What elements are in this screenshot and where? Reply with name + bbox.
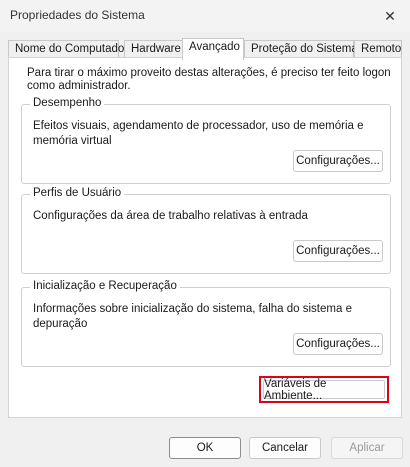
- ok-button[interactable]: OK: [169, 437, 241, 459]
- advanced-panel: Para tirar o máximo proveito destas alte…: [8, 57, 402, 418]
- startup-recovery-title: Inicialização e Recuperação: [30, 280, 180, 292]
- startup-recovery-description: Informações sobre inicialização do siste…: [33, 303, 352, 330]
- admin-note: Para tirar o máximo proveito destas alte…: [27, 67, 391, 92]
- close-button[interactable]: ✕: [370, 0, 410, 32]
- user-profiles-description: Configurações da área de trabalho relati…: [33, 210, 308, 222]
- tab-strip: Nome do Computador Hardware Avançado Pro…: [8, 38, 402, 60]
- cancel-button[interactable]: Cancelar: [249, 437, 321, 459]
- performance-title: Desempenho: [30, 97, 105, 109]
- window-title: Propriedades do Sistema: [10, 8, 145, 22]
- environment-variables-highlight: Variáveis de Ambiente...: [259, 376, 389, 403]
- startup-recovery-settings-button[interactable]: Configurações...: [293, 333, 383, 355]
- user-profiles-title: Perfis de Usuário: [30, 187, 125, 199]
- performance-settings-button[interactable]: Configurações...: [293, 150, 383, 172]
- title-bar: Propriedades do Sistema ✕: [0, 0, 410, 32]
- apply-button[interactable]: Aplicar: [331, 437, 403, 459]
- startup-recovery-group: Inicialização e Recuperação Informações …: [21, 280, 391, 367]
- performance-description: Efeitos visuais, agendamento de processa…: [33, 120, 364, 147]
- tab-advanced[interactable]: Avançado: [182, 38, 244, 60]
- performance-group: Desempenho Efeitos visuais, agendamento …: [21, 97, 391, 184]
- close-icon: ✕: [384, 7, 396, 24]
- user-profiles-settings-button[interactable]: Configurações...: [293, 240, 383, 262]
- user-profiles-group: Perfis de Usuário Configurações da área …: [21, 187, 391, 274]
- environment-variables-button[interactable]: Variáveis de Ambiente...: [263, 378, 385, 402]
